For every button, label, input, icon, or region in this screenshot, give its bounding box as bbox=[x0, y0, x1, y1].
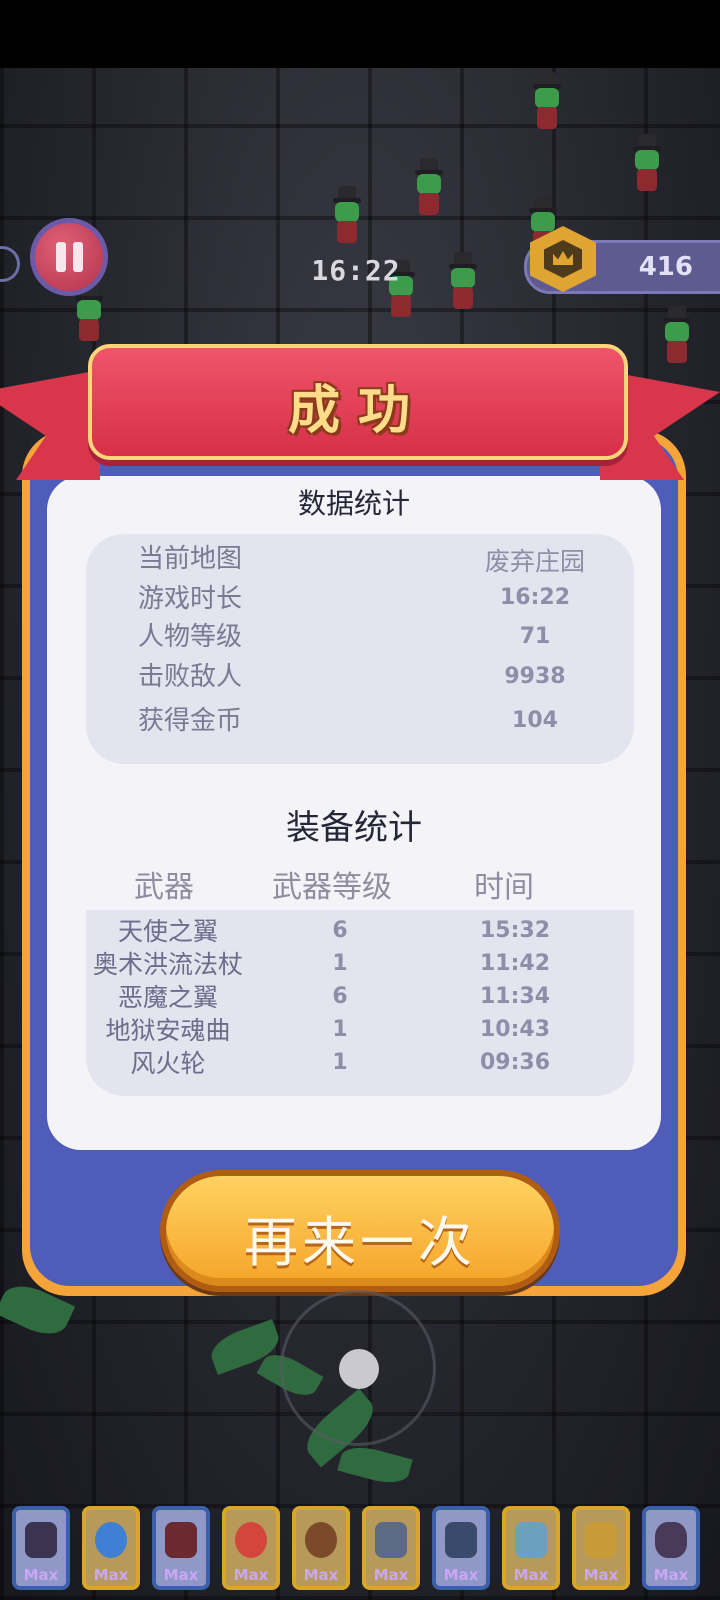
equip-row-name: 风火轮 bbox=[130, 1049, 206, 1078]
stat-label-map: 当前地图 bbox=[138, 544, 243, 574]
stat-value-kills: 9938 bbox=[504, 664, 566, 689]
wings-icon bbox=[25, 1522, 57, 1558]
equip-row-time: 10:43 bbox=[479, 1017, 551, 1042]
equip-row-name: 地狱安魂曲 bbox=[105, 1016, 231, 1045]
skill-max-label: Max bbox=[233, 1566, 269, 1584]
shield-icon bbox=[305, 1522, 337, 1558]
wand-icon bbox=[515, 1522, 547, 1558]
fire-wheel-icon bbox=[235, 1522, 267, 1558]
skill-max-label: Max bbox=[583, 1566, 619, 1584]
joystick-knob[interactable] bbox=[339, 1349, 379, 1389]
game-timer: 16:22 bbox=[311, 254, 401, 287]
staff-icon bbox=[95, 1522, 127, 1558]
skill-slot[interactable]: Max bbox=[642, 1506, 700, 1590]
stat-label-duration: 游戏时长 bbox=[138, 584, 243, 614]
zombie-enemy bbox=[660, 306, 694, 366]
skill-slot[interactable]: Max bbox=[362, 1506, 420, 1590]
equip-header-level: 武器等级 bbox=[272, 870, 392, 905]
skill-max-label: Max bbox=[443, 1566, 479, 1584]
skill-slot[interactable]: Max bbox=[292, 1506, 350, 1590]
armor-icon bbox=[445, 1522, 477, 1558]
skill-slot[interactable]: Max bbox=[572, 1506, 630, 1590]
stat-label-level: 人物等级 bbox=[138, 622, 243, 652]
equip-row-level: 6 bbox=[332, 918, 348, 943]
equip-header-time: 时间 bbox=[474, 870, 534, 905]
potion-icon bbox=[655, 1522, 687, 1558]
skill-max-label: Max bbox=[513, 1566, 549, 1584]
zombie-enemy bbox=[446, 252, 480, 312]
stat-value-duration: 16:22 bbox=[499, 585, 571, 610]
equip-row-level: 1 bbox=[332, 1017, 348, 1042]
skill-slot[interactable]: Max bbox=[222, 1506, 280, 1590]
skill-slot[interactable]: Max bbox=[432, 1506, 490, 1590]
equip-row-time: 11:34 bbox=[479, 984, 551, 1009]
pause-icon bbox=[56, 242, 66, 272]
stat-label-coins: 获得金币 bbox=[138, 706, 243, 736]
skill-max-label: Max bbox=[93, 1566, 129, 1584]
success-title: 成功 bbox=[287, 381, 428, 441]
equip-row-name: 恶魔之翼 bbox=[117, 983, 218, 1012]
stat-value-coins: 104 bbox=[512, 708, 558, 733]
equip-section-title: 装备统计 bbox=[286, 808, 422, 848]
play-again-label: 再来一次 bbox=[244, 1211, 476, 1274]
skill-bar: Max Max Max Max Max Max Max Max Max Max bbox=[0, 1500, 720, 1600]
sword-icon bbox=[375, 1522, 407, 1558]
skill-max-label: Max bbox=[163, 1566, 199, 1584]
equip-header-weapon: 武器 bbox=[134, 870, 194, 905]
skill-slot[interactable]: Max bbox=[152, 1506, 210, 1590]
equip-row-level: 1 bbox=[332, 1050, 348, 1075]
joystick[interactable] bbox=[280, 1290, 436, 1446]
status-bar bbox=[0, 0, 720, 68]
skill-slot[interactable]: Max bbox=[502, 1506, 560, 1590]
equip-row-name: 天使之翼 bbox=[117, 917, 218, 946]
skill-max-label: Max bbox=[653, 1566, 689, 1584]
equip-row-level: 6 bbox=[332, 984, 348, 1009]
equip-row-time: 11:42 bbox=[479, 951, 551, 976]
stat-label-kills: 击败敌人 bbox=[138, 662, 243, 692]
pause-button[interactable] bbox=[30, 218, 108, 296]
zombie-enemy bbox=[530, 72, 564, 132]
equip-row-time: 09:36 bbox=[479, 1050, 551, 1075]
stat-value-map: 废弃庄园 bbox=[484, 547, 585, 576]
skill-slot[interactable]: Max bbox=[82, 1506, 140, 1590]
coin-value: 416 bbox=[638, 252, 693, 282]
skill-max-label: Max bbox=[23, 1566, 59, 1584]
play-again-button[interactable]: 再来一次 bbox=[160, 1170, 560, 1292]
equip-row-level: 1 bbox=[332, 951, 348, 976]
skill-max-label: Max bbox=[373, 1566, 409, 1584]
equip-row-time: 15:32 bbox=[479, 918, 551, 943]
equip-row-name: 奥术洪流法杖 bbox=[92, 950, 243, 979]
stat-value-level: 71 bbox=[519, 624, 551, 649]
stats-section-title: 数据统计 bbox=[297, 487, 410, 520]
zombie-enemy bbox=[330, 186, 364, 246]
zombie-enemy bbox=[412, 158, 446, 218]
zombie-enemy bbox=[630, 134, 664, 194]
skill-slot[interactable]: Max bbox=[12, 1506, 70, 1590]
chest-icon bbox=[585, 1522, 617, 1558]
skill-max-label: Max bbox=[303, 1566, 339, 1584]
demon-wings-icon bbox=[165, 1522, 197, 1558]
